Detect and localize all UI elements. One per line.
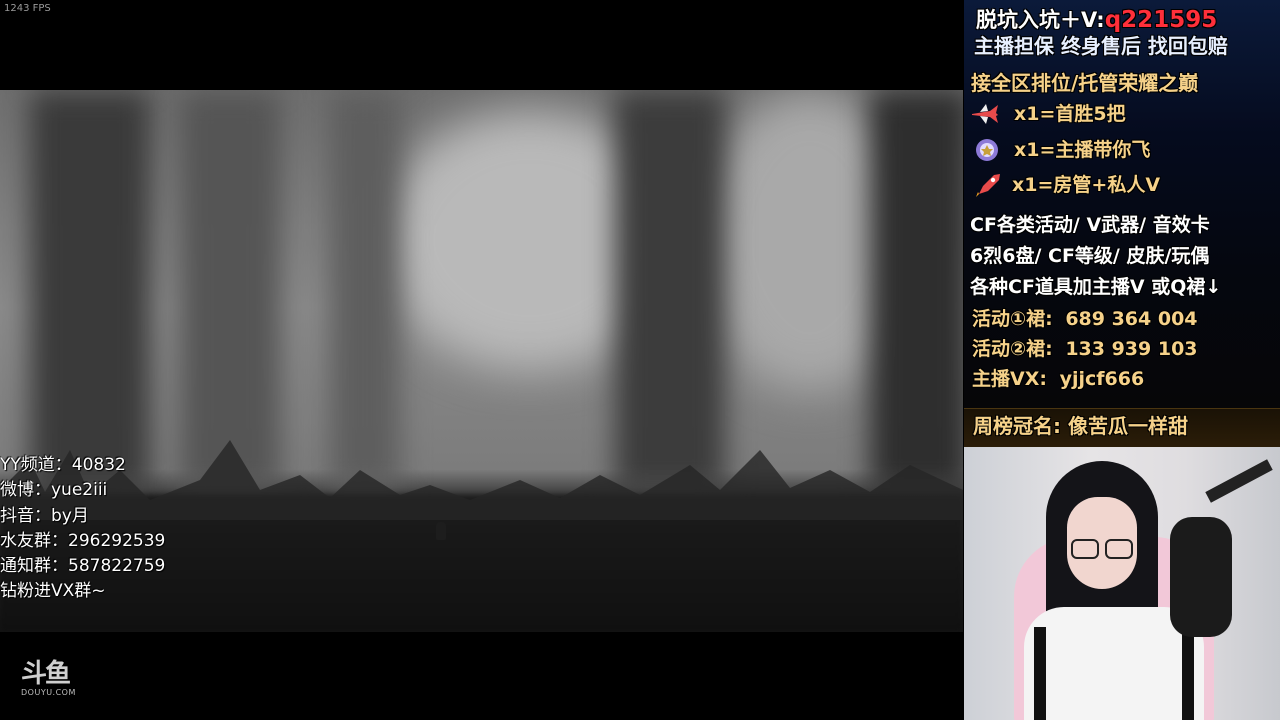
shirt-stripe — [1182, 627, 1194, 720]
social-vx-group: 钻粉进VX群~ — [0, 581, 106, 602]
fps-counter: 1243 FPS — [4, 3, 51, 14]
social-weibo: 微博：yue2iii — [0, 480, 108, 501]
contact-group-1-value: 689 364 004 — [1065, 308, 1198, 330]
player-character — [436, 522, 446, 540]
badge-icon — [976, 139, 998, 161]
ad-contact-prefix: 脱坑入坑＋V: — [976, 8, 1105, 32]
ad-cf-line-2: 6烈6盘/ CF等级/ 皮肤/玩偶 — [970, 245, 1210, 267]
contact-vx: 主播VX: yjjcf666 — [972, 370, 1144, 389]
webcam-feed — [964, 447, 1280, 720]
contact-group-2-label: 活动②裙: — [972, 338, 1053, 360]
ad-line-rank: 接全区排位/托管荣耀之巅 — [971, 71, 1199, 95]
social-notice-group: 通知群：587822759 — [0, 556, 166, 577]
ad-cf-line-1: CF各类活动/ V武器/ 音效卡 — [970, 214, 1210, 236]
rocket-icon — [976, 174, 1000, 197]
social-info: YY频道：40832 微博：yue2iii 抖音：by月 水友群：2962925… — [0, 453, 165, 605]
contact-group-1: 活动①裙: 689 364 004 — [972, 310, 1198, 329]
social-douyin: 抖音：by月 — [0, 505, 89, 526]
social-fan-group: 水友群：296292539 — [0, 530, 166, 551]
glasses-icon — [1069, 539, 1135, 561]
logo-subtext: DOUYU.COM — [21, 688, 76, 697]
weekly-champion-text: 周榜冠名: 像苦瓜一样甜 — [973, 414, 1188, 438]
ad-line-contact: 脱坑入坑＋V:q221595 — [976, 9, 1217, 32]
microphone-icon — [1170, 517, 1232, 637]
contact-group-2: 活动②裙: 133 939 103 — [972, 340, 1198, 359]
gift-airplane-text: x1=首胜5把 — [1014, 103, 1126, 125]
contact-group-1-label: 活动①裙: — [972, 308, 1053, 330]
ad-contact-id: q221595 — [1104, 7, 1218, 33]
mic-arm — [1205, 459, 1273, 503]
airplane-icon — [972, 104, 998, 124]
ad-line-guarantee: 主播担保 终身售后 找回包赔 — [974, 34, 1228, 58]
logo-text: 斗鱼 — [21, 659, 71, 689]
gift-rocket-text: x1=房管+私人V — [1012, 174, 1161, 196]
shirt-stripe — [1034, 627, 1046, 720]
gift-badge-text: x1=主播带你飞 — [1014, 139, 1151, 161]
social-yy: YY频道：40832 — [0, 455, 126, 475]
ad-cf-line-3: 各种CF道具加主播V 或Q裙↓ — [970, 276, 1222, 298]
contact-vx-label: 主播VX: — [972, 368, 1047, 390]
douyu-logo: 斗鱼 DOUYU.COM — [21, 660, 89, 697]
contact-vx-value: yjjcf666 — [1059, 368, 1145, 390]
contact-group-2-value: 133 939 103 — [1065, 338, 1198, 360]
